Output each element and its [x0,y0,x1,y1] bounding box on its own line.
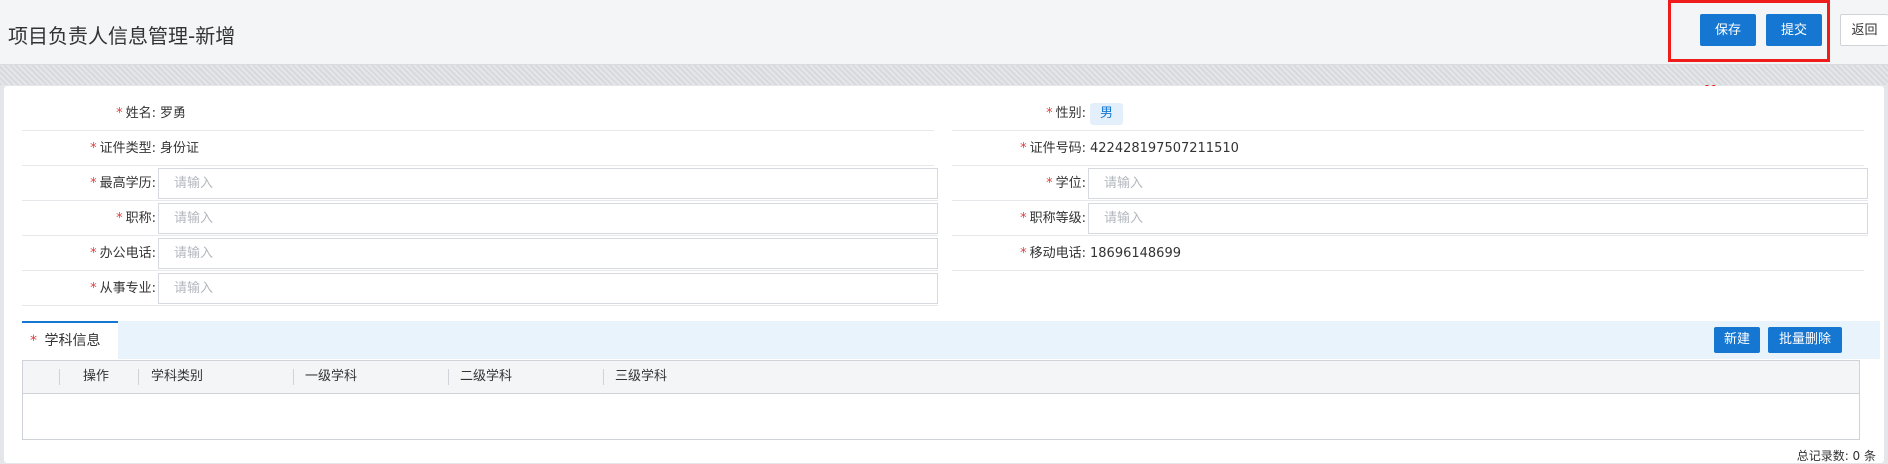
id-type-value: 身份证 [160,141,200,156]
name-value: 罗勇 [160,106,187,121]
degree-label: 学位: [1055,176,1086,191]
column-header-category[interactable]: 学科类别 [151,361,203,393]
form-row-mobile: * 移动电话: 18696148699 [952,236,1864,271]
form-row-id-type: * 证件类型: 身份证 [22,131,934,166]
title-label: 职称: [125,211,156,226]
form-row-id-number: * 证件号码: 422428197507211510 [952,131,1864,166]
title-level-label: 职称等级: [1029,211,1086,226]
id-number-label: 证件号码: [1029,141,1086,156]
highlight-box [1668,0,1830,62]
education-label: 最高学历: [99,176,156,191]
page-header: 项目负责人信息管理-新增 保存 提交 返回 [0,0,1888,65]
back-button[interactable]: 返回 [1840,14,1888,46]
column-header-level1[interactable]: 一级学科 [305,361,357,393]
table-header: 操作 学科类别 一级学科 二级学科 三级学科 [23,361,1859,394]
form-row-title: * 职称: 请输入 [22,201,938,236]
header-divider [0,65,1888,85]
total-count: 总记录数: 0 条 [1796,449,1876,463]
form-row-major: * 从事专业: 请输入 [22,271,938,306]
major-label: 从事专业: [99,281,156,296]
form-row-title-level: * 职称等级: 请输入 [952,201,1868,236]
form-row-education: * 最高学历: 请输入 [22,166,938,201]
column-header-level3[interactable]: 三级学科 [615,361,667,393]
column-header-level2[interactable]: 二级学科 [460,361,512,393]
gender-tag: 男 [1090,103,1124,125]
title-input[interactable]: 请输入 [158,203,938,234]
id-number-value: 422428197507211510 [1090,141,1239,156]
mobile-label: 移动电话: [1029,246,1086,261]
subject-tab-label: 学科信息 [44,333,101,349]
column-header-action[interactable]: 操作 [83,361,109,393]
gender-label: 性别: [1055,106,1086,121]
major-input[interactable]: 请输入 [158,273,938,304]
education-input[interactable]: 请输入 [158,168,938,199]
form-row-degree: * 学位: 请输入 [952,166,1868,201]
new-subject-button[interactable]: 新建 [1714,327,1760,353]
title-level-input[interactable]: 请输入 [1088,203,1868,234]
subject-section-bar: * 学科信息 新建 批量删除 [22,321,1880,359]
page-title: 项目负责人信息管理-新增 [8,24,236,48]
office-phone-label: 办公电话: [99,246,156,261]
tab-subject-info[interactable]: * 学科信息 [22,321,118,359]
mobile-value: 18696148699 [1090,246,1181,261]
id-type-label: 证件类型: [99,141,156,156]
name-label: 姓名: [125,106,156,121]
form-row-gender: * 性别: 男 [952,96,1864,131]
batch-delete-button[interactable]: 批量删除 [1768,327,1842,353]
degree-input[interactable]: 请输入 [1088,168,1868,199]
office-phone-input[interactable]: 请输入 [158,238,938,269]
form-row-name: * 姓名: 罗勇 [22,96,934,131]
form-row-office-phone: * 办公电话: 请输入 [22,236,938,271]
subject-table: 操作 学科类别 一级学科 二级学科 三级学科 [22,360,1860,440]
